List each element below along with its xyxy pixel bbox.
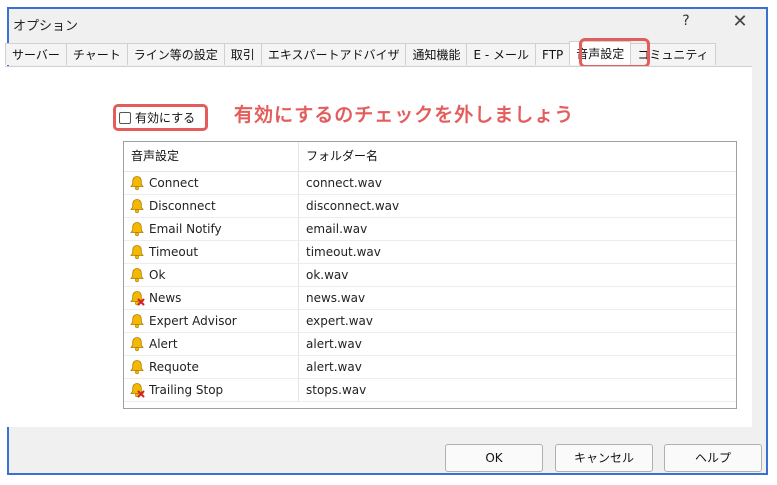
tab-0[interactable]: サーバー — [5, 43, 67, 65]
event-name: Alert — [149, 337, 178, 351]
tab-1[interactable]: チャート — [65, 43, 128, 65]
table-row[interactable]: Alert alert.wav — [124, 333, 736, 356]
event-name: Expert Advisor — [149, 314, 237, 328]
instruction-annotation: 有効にするのチェックを外しましょう — [234, 104, 575, 126]
tab-7[interactable]: FTP — [535, 43, 571, 65]
event-name: Ok — [149, 268, 166, 282]
table-row[interactable]: Connect connect.wav — [124, 172, 736, 195]
event-cell[interactable]: Disconnect — [124, 195, 299, 217]
sound-events-table: 音声設定 フォルダー名 Connect connect.wav Disconnect… — [123, 141, 737, 409]
help-icon[interactable]: ? — [676, 13, 696, 33]
folder-cell[interactable]: stops.wav — [299, 379, 736, 401]
table-header: 音声設定 フォルダー名 — [124, 142, 736, 172]
event-name: News — [149, 291, 182, 305]
tab-6[interactable]: E - メール — [466, 43, 537, 65]
folder-cell[interactable]: alert.wav — [299, 333, 736, 355]
table-row[interactable]: Expert Advisor expert.wav — [124, 310, 736, 333]
bell-icon — [129, 313, 145, 329]
title-bar: オプション ? ✕ — [9, 9, 766, 37]
tab-8[interactable]: 音声設定 — [569, 41, 632, 65]
event-cell[interactable]: Email Notify — [124, 218, 299, 240]
tab-2[interactable]: ライン等の設定 — [126, 43, 225, 65]
event-cell[interactable]: Trailing Stop — [124, 379, 299, 401]
folder-cell[interactable]: news.wav — [299, 287, 736, 309]
ok-button[interactable]: OK — [445, 444, 543, 472]
table-row[interactable]: Email Notify email.wav — [124, 218, 736, 241]
bell-disabled-icon — [129, 382, 145, 398]
column-header-folder[interactable]: フォルダー名 — [299, 142, 736, 171]
tab-9[interactable]: コミュニティ — [630, 43, 716, 65]
folder-cell[interactable]: ok.wav — [299, 264, 736, 286]
event-name: Disconnect — [149, 199, 216, 213]
bell-disabled-icon — [129, 290, 145, 306]
bell-icon — [129, 359, 145, 375]
table-row[interactable]: News news.wav — [124, 287, 736, 310]
folder-cell[interactable]: disconnect.wav — [299, 195, 736, 217]
folder-cell[interactable]: timeout.wav — [299, 241, 736, 263]
bell-icon — [129, 221, 145, 237]
event-cell[interactable]: Alert — [124, 333, 299, 355]
enable-checkbox[interactable] — [119, 111, 131, 124]
event-cell[interactable]: Connect — [124, 172, 299, 194]
table-row[interactable]: Disconnect disconnect.wav — [124, 195, 736, 218]
enable-checkbox-highlight[interactable]: 有効にする — [113, 104, 208, 131]
table-row[interactable]: Trailing Stop stops.wav — [124, 379, 736, 402]
bell-icon — [129, 198, 145, 214]
bell-icon — [129, 336, 145, 352]
column-header-event[interactable]: 音声設定 — [124, 142, 299, 171]
bell-icon — [129, 267, 145, 283]
folder-cell[interactable]: connect.wav — [299, 172, 736, 194]
enable-label: 有効にする — [135, 111, 196, 125]
cancel-button[interactable]: キャンセル — [555, 444, 653, 472]
tab-bar: サーバー チャート ライン等の設定 取引 エキスパートアドバイザ 通知機能 E - メール F… — [5, 41, 716, 67]
table-row[interactable]: Timeout timeout.wav — [124, 241, 736, 264]
bell-icon — [129, 244, 145, 260]
window-title: オプション — [13, 19, 79, 34]
event-cell[interactable]: Ok — [124, 264, 299, 286]
event-name: Connect — [149, 176, 199, 190]
event-name: Timeout — [149, 245, 199, 259]
event-name: Trailing Stop — [149, 383, 224, 397]
help-button[interactable]: ヘルプ — [664, 444, 762, 472]
event-cell[interactable]: Expert Advisor — [124, 310, 299, 332]
close-icon[interactable]: ✕ — [728, 11, 752, 33]
tab-3[interactable]: 取引 — [223, 43, 262, 65]
folder-cell[interactable]: email.wav — [299, 218, 736, 240]
table-body: Connect connect.wav Disconnect disconnect.w… — [124, 172, 736, 402]
bell-icon — [129, 175, 145, 191]
folder-cell[interactable]: alert.wav — [299, 356, 736, 378]
event-name: Email Notify — [149, 222, 222, 236]
event-cell[interactable]: Requote — [124, 356, 299, 378]
event-cell[interactable]: Timeout — [124, 241, 299, 263]
tab-5[interactable]: 通知機能 — [405, 43, 468, 65]
table-row[interactable]: Requote alert.wav — [124, 356, 736, 379]
tab-4[interactable]: エキスパートアドバイザ — [260, 43, 407, 65]
event-cell[interactable]: News — [124, 287, 299, 309]
table-row[interactable]: Ok ok.wav — [124, 264, 736, 287]
folder-cell[interactable]: expert.wav — [299, 310, 736, 332]
event-name: Requote — [149, 360, 199, 374]
